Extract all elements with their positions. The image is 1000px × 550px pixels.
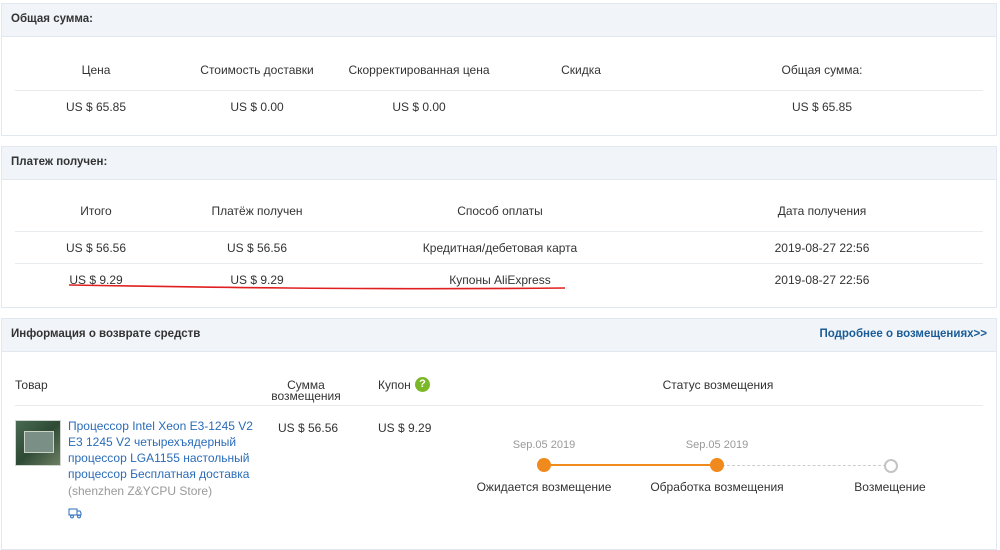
summary-header-price: Цена [81,63,111,77]
refund-coupon-value: US $ 9.29 [378,421,432,435]
summary-value-total: US $ 65.85 [791,100,853,114]
summary-value-adjusted: US $ 0.00 [392,100,446,114]
payment-panel-header: Платеж получен: [2,147,996,180]
payment-row2-date: 2019-08-27 22:56 [774,273,870,287]
summary-header-total: Общая сумма: [781,63,863,77]
step3-label: Возмещение [854,480,926,494]
summary-value-shipping: US $ 0.00 [230,100,284,114]
payment-row1-total: US $ 56.56 [65,241,127,255]
step1-label: Ожидается возмещение [476,480,612,494]
refund-title: Информация о возврате средств [11,328,201,340]
refund-header-amount-line2: возмещения [271,389,341,403]
refund-header-coupon: Купон [378,378,411,392]
summary-value-price: US $ 65.85 [65,100,127,114]
summary-title: Общая сумма: [11,13,93,25]
refund-panel-header: Информация о возврате средств Подробнее … [2,319,996,352]
step1-dot [537,458,551,472]
payment-title: Платеж получен: [11,156,108,168]
product-thumbnail[interactable] [15,420,61,466]
summary-header-discount: Скидка [561,63,601,77]
refund-header-product: Товар [15,378,48,392]
payment-header-total: Итого [80,204,112,218]
payment-row1-received: US $ 56.56 [226,241,288,255]
payment-row1-method: Кредитная/дебетовая карта [422,241,578,255]
refund-details-link[interactable]: Подробнее о возмещениях>> [819,328,987,340]
refund-amount-value: US $ 56.56 [278,421,339,435]
payment-header-date: Дата получения [777,204,867,218]
step3-dot [884,459,898,473]
status-progress-complete [544,464,717,466]
step2-label: Обработка возмещения [650,480,784,494]
payment-divider [15,231,983,232]
question-help-icon[interactable]: ? [415,377,430,392]
delivery-truck-icon [68,508,82,519]
summary-divider [15,90,983,91]
summary-panel-header: Общая сумма: [2,4,996,37]
step1-date: Sep.05 2019 [512,439,576,451]
red-underline-annotation [68,284,566,290]
summary-header-shipping: Стоимость доставки [200,63,314,77]
step2-dot [710,458,724,472]
refund-divider [15,405,983,406]
status-progress-pending [717,465,891,466]
product-title-link[interactable]: Процессор Intel Xeon E3-1245 V2 E3 1245 … [68,418,254,482]
summary-header-adjusted: Скорректированная цена [348,63,490,77]
payment-header-method: Способ оплаты [457,204,543,218]
step2-date: Sep.05 2019 [685,439,749,451]
payment-header-received: Платёж получен [211,204,303,218]
payment-row1-date: 2019-08-27 22:56 [774,241,870,255]
refund-header-status: Статус возмещения [662,378,774,392]
cpu-chip-image [24,431,54,453]
payment-row-divider [15,263,983,264]
product-store-name[interactable]: (shenzhen Z&YCPU Store) [68,484,212,498]
